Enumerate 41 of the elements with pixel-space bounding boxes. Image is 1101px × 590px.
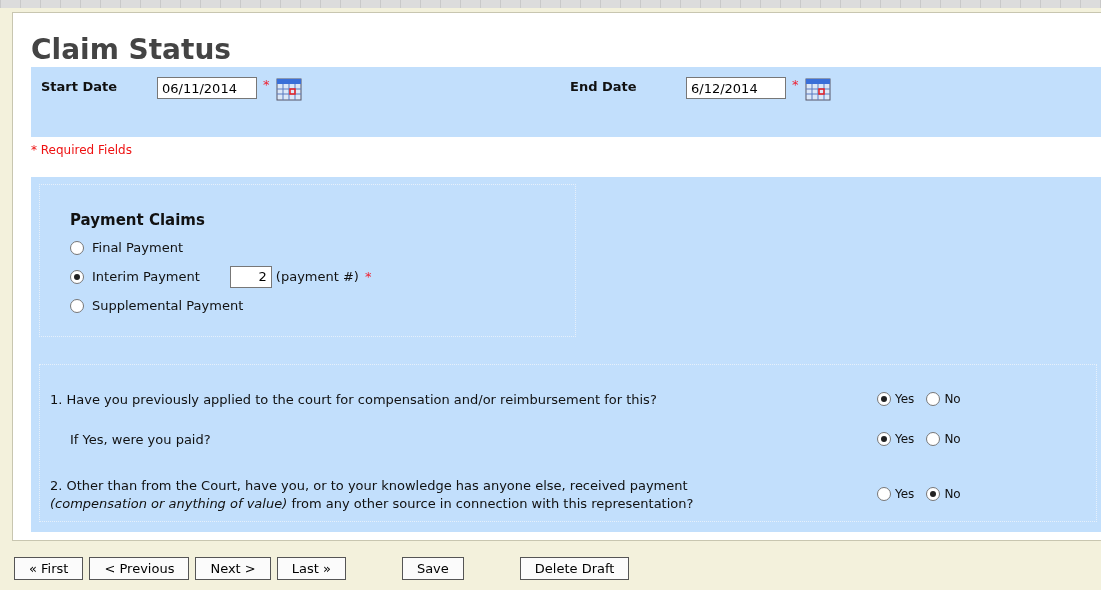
field-suffix: (payment #)	[275, 269, 359, 284]
nav-button[interactable]: Last »	[276, 557, 346, 580]
nav-button[interactable]: Delete Draft	[519, 557, 630, 580]
radio-button[interactable]	[926, 432, 941, 446]
payment-number-field[interactable]: 2	[229, 265, 272, 288]
required-mark: *	[792, 77, 799, 92]
date-field[interactable]: 06/11/2014	[157, 77, 257, 99]
radio-button[interactable]	[877, 487, 891, 501]
radio-button[interactable]	[926, 487, 941, 501]
radio-button[interactable]	[926, 392, 941, 406]
field-label: End Date	[570, 78, 638, 94]
radio-option[interactable]: Yes	[877, 392, 915, 406]
calendar-icon[interactable]	[275, 77, 302, 101]
radio-button[interactable]	[70, 298, 84, 313]
radio-option[interactable]: No	[926, 487, 961, 501]
radio-option[interactable]: Interim Payment	[70, 269, 200, 284]
radio-option[interactable]: Final Payment	[70, 240, 183, 255]
required-note: * Required Fields	[31, 143, 132, 157]
radio-option[interactable]: Yes	[877, 432, 915, 446]
radio-button[interactable]	[70, 240, 84, 255]
radio-option[interactable]: No	[926, 392, 961, 406]
nav-button[interactable]: < Previous	[89, 557, 190, 580]
required-mark: *	[364, 269, 372, 284]
nav-button[interactable]: Next >	[195, 557, 271, 580]
question-text: If Yes, were you paid?	[70, 431, 212, 449]
question-text: 2. Other than from the Court, have you, or to your knowledge has anyone else, received payment (compensation or anything of value) from any other source in connection with this representation?	[50, 477, 695, 513]
calendar-icon[interactable]	[804, 77, 831, 101]
page-title: Claim Status	[31, 33, 231, 67]
field-label: Start Date	[41, 78, 119, 94]
nav-button[interactable]: Save	[401, 557, 464, 580]
radio-button[interactable]	[877, 432, 891, 446]
radio-button[interactable]	[70, 269, 84, 284]
date-field[interactable]: 6/12/2014	[686, 77, 786, 99]
question-text: 1. Have you previously applied to the court for compensation and/or reimbursement for this?	[50, 391, 658, 409]
required-mark: *	[263, 77, 270, 92]
section-heading: Payment Claims	[70, 211, 205, 229]
nav-button[interactable]: « First	[14, 557, 84, 580]
radio-option[interactable]: No	[926, 432, 961, 446]
radio-button[interactable]	[877, 392, 891, 406]
radio-option[interactable]: Supplemental Payment	[70, 298, 244, 313]
radio-option[interactable]: Yes	[877, 487, 915, 501]
